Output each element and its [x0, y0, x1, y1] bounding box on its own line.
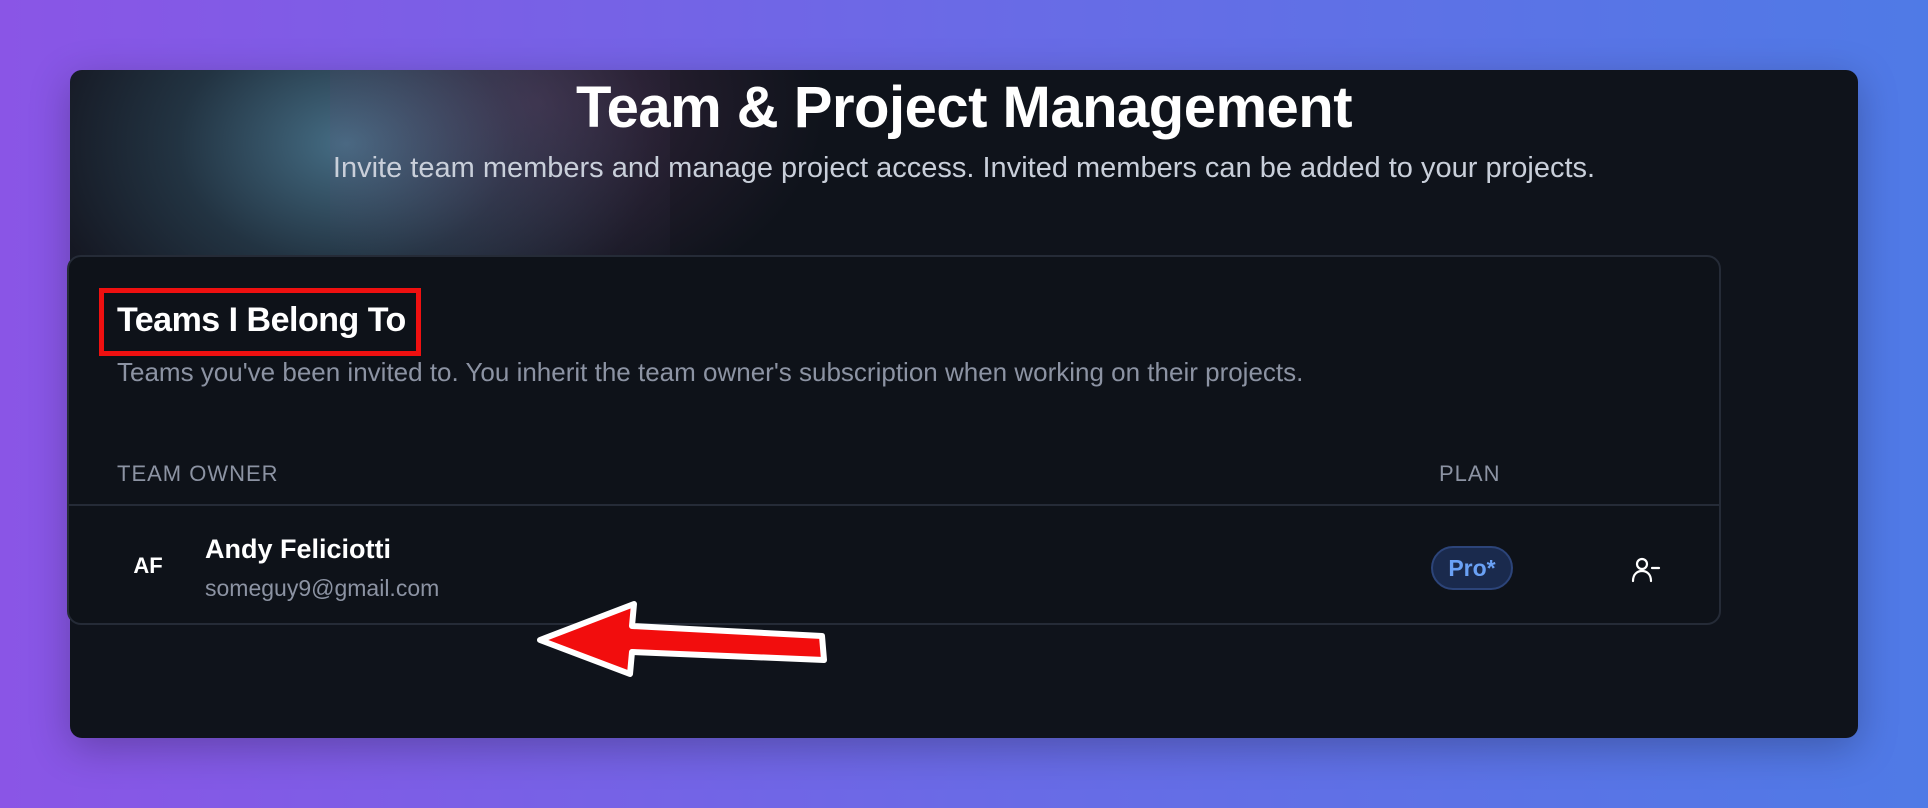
page-title: Team & Project Management — [575, 75, 1353, 140]
user-minus-icon — [1631, 557, 1661, 583]
avatar: AF — [133, 553, 163, 578]
plan-badge: Pro* — [1431, 546, 1513, 590]
page-subtitle: Invite team members and manage project a… — [332, 152, 1596, 184]
column-header-team-owner: TEAM OWNER — [117, 461, 279, 486]
section-title: Teams I Belong To — [117, 301, 406, 339]
leave-team-button[interactable] — [1628, 552, 1664, 588]
section-description: Teams you've been invited to. You inheri… — [117, 357, 1304, 387]
owner-email: someguy9@gmail.com — [205, 575, 440, 601]
column-header-plan: PLAN — [1439, 461, 1501, 486]
owner-name: Andy Feliciotti — [205, 534, 392, 564]
table-divider — [68, 504, 1720, 506]
